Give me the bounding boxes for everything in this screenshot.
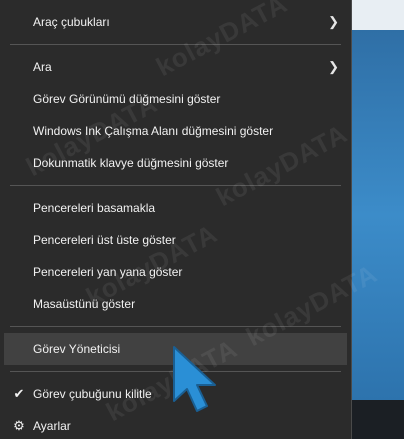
desktop-background: Araç çubukları ❯ Ara ❯ Görev Görünümü dü… bbox=[0, 0, 404, 439]
menu-item-label: Dokunmatik klavye düğmesini göster bbox=[33, 156, 229, 170]
menu-separator bbox=[10, 371, 341, 372]
menu-item-show-touch-keyboard-button[interactable]: Dokunmatik klavye düğmesini göster bbox=[0, 147, 351, 179]
menu-item-label: Görev Görünümü düğmesini göster bbox=[33, 92, 221, 106]
menu-item-label: Ayarlar bbox=[33, 419, 71, 433]
menu-item-stack-windows[interactable]: Pencereleri üst üste göster bbox=[0, 224, 351, 256]
menu-separator bbox=[10, 185, 341, 186]
menu-item-label: Görev çubuğunu kilitle bbox=[33, 387, 152, 401]
gear-icon: ⚙ bbox=[13, 418, 25, 433]
menu-item-toolbars[interactable]: Araç çubukları ❯ bbox=[0, 6, 351, 38]
menu-item-show-desktop[interactable]: Masaüstünü göster bbox=[0, 288, 351, 320]
menu-separator bbox=[10, 44, 341, 45]
menu-item-settings[interactable]: ⚙ Ayarlar bbox=[0, 410, 351, 439]
chevron-right-icon: ❯ bbox=[328, 59, 339, 74]
menu-item-label: Masaüstünü göster bbox=[33, 297, 136, 311]
menu-item-show-windows-ink-button[interactable]: Windows Ink Çalışma Alanı düğmesini göst… bbox=[0, 115, 351, 147]
menu-item-search[interactable]: Ara ❯ bbox=[0, 51, 351, 83]
menu-item-label: Pencereleri üst üste göster bbox=[33, 233, 176, 247]
menu-item-cascade-windows[interactable]: Pencereleri basamakla bbox=[0, 192, 351, 224]
menu-item-task-manager[interactable]: Görev Yöneticisi bbox=[4, 333, 347, 365]
menu-item-label: Araç çubukları bbox=[33, 15, 110, 29]
desktop-strip-top bbox=[352, 0, 404, 30]
taskbar-context-menu: Araç çubukları ❯ Ara ❯ Görev Görünümü dü… bbox=[0, 0, 352, 439]
menu-item-label: Pencereleri basamakla bbox=[33, 201, 156, 215]
checkmark-icon: ✔ bbox=[13, 386, 25, 401]
menu-item-show-task-view-button[interactable]: Görev Görünümü düğmesini göster bbox=[0, 83, 351, 115]
menu-separator bbox=[10, 326, 341, 327]
menu-item-label: Windows Ink Çalışma Alanı düğmesini göst… bbox=[33, 124, 274, 138]
menu-item-label: Görev Yöneticisi bbox=[33, 342, 121, 356]
menu-item-label: Ara bbox=[33, 60, 52, 74]
menu-item-lock-taskbar[interactable]: ✔ Görev çubuğunu kilitle bbox=[0, 378, 351, 410]
taskbar-strip bbox=[352, 400, 404, 439]
menu-item-label: Pencereleri yan yana göster bbox=[33, 265, 183, 279]
chevron-right-icon: ❯ bbox=[328, 14, 339, 29]
desktop-strip-mid bbox=[352, 30, 404, 400]
menu-item-side-by-side-windows[interactable]: Pencereleri yan yana göster bbox=[0, 256, 351, 288]
